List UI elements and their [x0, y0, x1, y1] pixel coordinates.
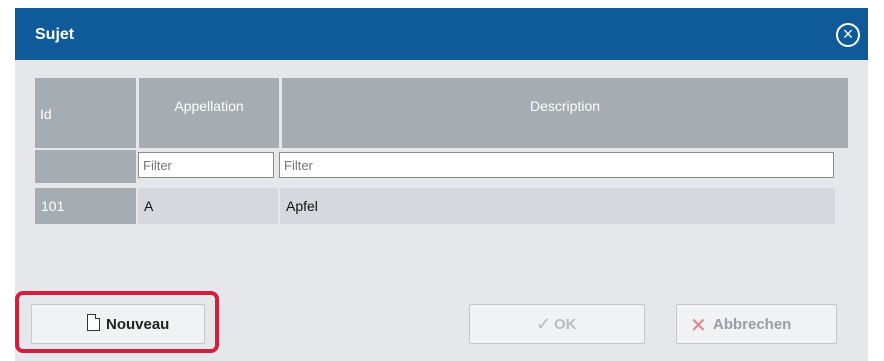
cell-description: Apfel — [280, 188, 835, 224]
dialog-titlebar: Sujet × — [15, 8, 868, 60]
cell-id: 101 — [35, 188, 136, 224]
cancel-button[interactable]: ✕ Abbrechen — [676, 304, 837, 344]
checkmark-icon: ✓ — [536, 314, 552, 334]
subject-dialog: Sujet × Id Appellation Description 101 A… — [15, 8, 868, 361]
new-button[interactable]: Nouveau — [31, 304, 205, 344]
new-button-label: Nouveau — [106, 316, 170, 333]
ok-button[interactable]: ✓ OK — [469, 304, 645, 344]
filter-cell-id — [35, 150, 136, 183]
close-icon[interactable]: × — [836, 23, 860, 47]
column-header-id[interactable]: Id — [35, 78, 136, 148]
column-header-description[interactable]: Description — [282, 78, 848, 148]
x-icon: ✕ — [690, 315, 707, 337]
column-header-label: Description — [529, 98, 601, 114]
column-header-appellation[interactable]: Appellation — [139, 78, 279, 148]
cell-appellation: A — [138, 188, 278, 224]
dialog-title: Sujet — [35, 26, 75, 43]
cancel-button-label: Abbrechen — [713, 316, 792, 333]
new-page-icon — [87, 314, 100, 331]
filter-description-input[interactable] — [279, 152, 834, 178]
column-header-label: Appellation — [174, 98, 244, 114]
column-header-label: Id — [40, 106, 52, 122]
ok-button-label: OK — [554, 316, 577, 333]
filter-appellation-input[interactable] — [138, 152, 274, 178]
